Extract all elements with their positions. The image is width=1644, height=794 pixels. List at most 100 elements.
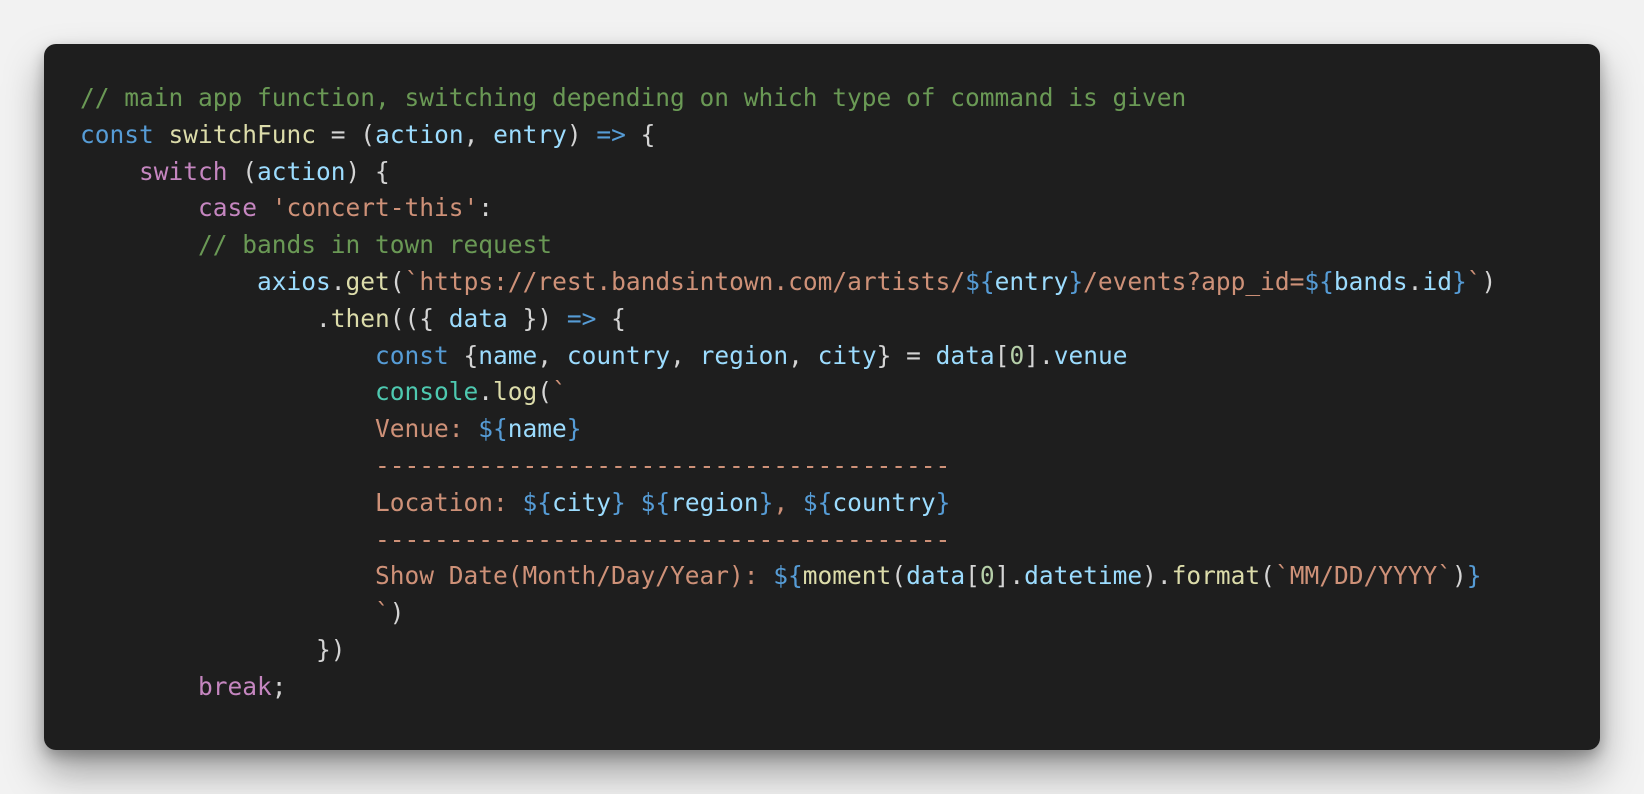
code-token-default: , [670, 340, 700, 370]
code-token-variable: data [935, 340, 995, 370]
code-token-default: . [478, 377, 494, 407]
code-token-string: ` [1466, 266, 1482, 296]
code-line: console.log(` [80, 374, 1580, 411]
code-token-default: ) { [345, 156, 390, 186]
code-token-keyword: } [758, 487, 774, 517]
code-token-default: ; [271, 671, 287, 701]
code-token-default: ( [1260, 561, 1275, 591]
code-token-variable: data [448, 303, 508, 333]
code-token-default: ]. [1024, 340, 1054, 370]
code-token-control: break [198, 671, 272, 701]
code-token-default: { [448, 340, 479, 370]
code-token-default [257, 193, 272, 222]
code-line: const switchFunc = (action, entry) => { [80, 117, 1580, 154]
code-line: break; [80, 669, 1580, 706]
code-token-variable: country [566, 340, 671, 370]
code-token-default: ) [1481, 266, 1497, 296]
code-token-keyword: ${ [802, 487, 833, 517]
code-token-keyword: => [566, 303, 597, 333]
code-token-string: , [773, 487, 803, 517]
code-line: Show Date(Month/Day/Year): ${moment(data… [80, 558, 1580, 595]
code-line: .then(({ data }) => { [80, 301, 1580, 338]
code-token-default: ) [1451, 561, 1467, 591]
code-token-keyword: => [596, 119, 626, 149]
code-token-variable: action [375, 119, 464, 149]
code-token-default: } = [876, 340, 936, 370]
code-line: --------------------------------------- [80, 522, 1580, 559]
code-token-default: ( [389, 266, 405, 296]
code-token-variable: data [906, 561, 966, 591]
code-line: `) [80, 595, 1580, 632]
code-token-default: }) [316, 634, 346, 664]
code-token-control: case [198, 193, 258, 223]
code-line: --------------------------------------- [80, 448, 1580, 485]
code-block: // main app function, switching dependin… [80, 80, 1580, 706]
code-token-default [154, 120, 169, 149]
code-token-string: Show Date(Month/Day/Year): [375, 561, 774, 591]
code-token-string: Venue: [375, 414, 479, 444]
code-token-number: 0 [979, 561, 995, 591]
code-token-keyword: ${ [773, 561, 803, 591]
code-token-function: then [330, 303, 390, 333]
code-token-default: }) [507, 303, 567, 333]
code-token-variable: country [832, 487, 936, 517]
code-token-comment: // bands in town request [198, 230, 553, 260]
code-token-function: format [1171, 561, 1261, 591]
code-token-variable: datetime [1024, 561, 1143, 591]
code-token-variable: venue [1053, 340, 1128, 370]
code-token-variable: region [699, 340, 789, 370]
code-line: Location: ${city} ${region}, ${country} [80, 485, 1580, 522]
code-token-comment: // main app function, switching dependin… [80, 83, 1187, 112]
code-line: case 'concert-this': [80, 190, 1580, 227]
code-line: switch (action) { [80, 154, 1580, 191]
code-token-default: ( [537, 377, 553, 407]
code-token-default: { [596, 303, 626, 333]
code-line: }) [80, 632, 1580, 669]
code-token-keyword: const [80, 119, 154, 149]
code-token-variable: action [257, 156, 346, 186]
code-token-variable: bands [1333, 266, 1408, 296]
code-token-keyword: ${ [640, 487, 671, 517]
code-token-keyword: ${ [1304, 266, 1334, 296]
code-token-keyword: } [1466, 561, 1482, 591]
code-token-string: `https://rest.bandsintown.com/artists/ [404, 266, 966, 296]
code-token-keyword: } [611, 487, 626, 517]
code-token-default: (({ [389, 303, 449, 333]
code-token-default: { [625, 119, 656, 149]
code-token-default: . [1407, 266, 1423, 296]
code-token-keyword: } [935, 487, 951, 517]
code-token-default: ]. [994, 561, 1025, 591]
code-token-default: . [330, 266, 346, 296]
code-token-number: 0 [1009, 340, 1025, 370]
code-token-variable: axios [257, 266, 331, 296]
code-line: Venue: ${name} [80, 411, 1580, 448]
code-token-default: [ [965, 561, 980, 591]
code-token-string [626, 488, 641, 517]
code-token-variable: entry [994, 266, 1069, 296]
code-token-function: switchFunc [168, 119, 317, 149]
code-token-keyword: ${ [478, 414, 508, 444]
code-token-default: = ( [316, 119, 376, 149]
code-token-string: --------------------------------------- [375, 450, 951, 480]
code-token-default: ) [389, 598, 405, 628]
code-token-keyword: } [566, 414, 582, 444]
code-token-keyword: } [1068, 266, 1084, 296]
code-token-string: Location: [375, 487, 523, 517]
code-token-variable: city [552, 487, 612, 517]
code-token-variable: name [507, 414, 567, 444]
code-token-string: /events?app_id= [1083, 266, 1305, 296]
code-token-default: ). [1142, 561, 1172, 591]
code-token-default: ( [227, 156, 258, 186]
code-token-keyword: } [1451, 266, 1467, 296]
code-line: axios.get(`https://rest.bandsintown.com/… [80, 264, 1580, 301]
code-token-keyword: ${ [522, 487, 553, 517]
code-token-control: switch [139, 156, 228, 186]
code-token-default: , [788, 340, 818, 370]
code-token-string: ` [552, 377, 567, 407]
code-token-variable: id [1422, 266, 1452, 296]
code-token-variable: entry [493, 119, 567, 149]
code-token-variable: region [670, 487, 759, 517]
code-token-keyword: ${ [965, 266, 995, 296]
code-token-keyword: const [375, 340, 449, 370]
code-token-default: , [463, 119, 494, 149]
